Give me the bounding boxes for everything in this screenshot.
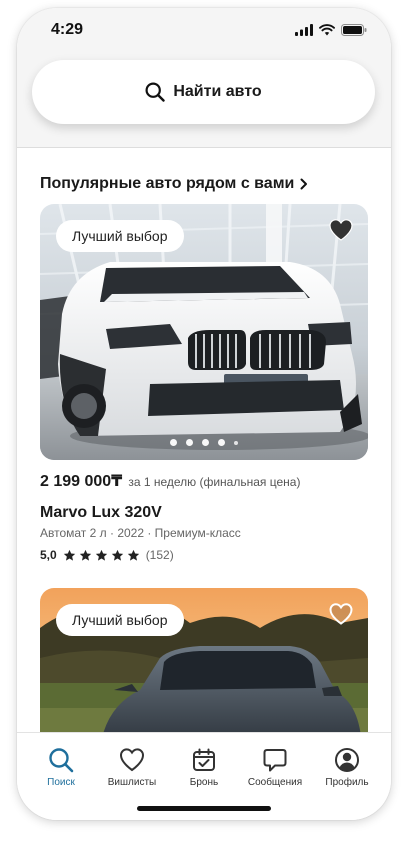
rating-row: 5,0 (152): [40, 548, 174, 562]
carousel-dot[interactable]: [202, 439, 209, 446]
search-button[interactable]: Найти авто: [32, 60, 375, 124]
search-icon: [145, 82, 166, 102]
heart-icon: [119, 748, 145, 772]
heart-filled-icon: [329, 219, 353, 241]
star-icon: [127, 549, 139, 561]
carousel-dots: [40, 439, 368, 446]
tab-label: Сообщения: [247, 777, 303, 788]
heart-outline-icon: [329, 603, 353, 625]
tab-label: Бронь: [189, 777, 219, 788]
chat-icon: [263, 749, 287, 772]
carousel-dot[interactable]: [234, 440, 238, 445]
profile-icon: [335, 748, 359, 772]
price-note: за 1 неделю (финальная цена): [128, 475, 301, 489]
star-icon: [79, 549, 91, 561]
carousel-dot-active[interactable]: [170, 439, 177, 446]
best-choice-badge: Лучший выбор: [56, 220, 184, 252]
carousel-dot[interactable]: [218, 439, 225, 446]
star-icon: [63, 549, 75, 561]
listing-image-1[interactable]: Лучший выбор: [40, 204, 368, 460]
calendar-check-icon: [193, 748, 215, 771]
tab-search[interactable]: Поиск: [21, 747, 101, 788]
search-label: Найти авто: [173, 83, 262, 100]
status-icons: [295, 24, 367, 36]
wifi-icon: [319, 24, 335, 36]
tab-label: Вишлисты: [107, 777, 157, 788]
tab-messages[interactable]: Сообщения: [235, 747, 315, 788]
chevron-right-icon: [300, 178, 308, 190]
tab-label: Профиль: [325, 777, 369, 788]
section-title-link[interactable]: Популярные авто рядом с вами: [40, 175, 308, 193]
review-count: (152): [145, 548, 174, 562]
wishlist-button-2[interactable]: [328, 602, 354, 631]
price: 2 199 000₸: [40, 473, 123, 490]
star-icon: [95, 549, 107, 561]
search-icon: [49, 748, 74, 773]
rating-value: 5,0: [40, 548, 57, 562]
home-indicator[interactable]: [137, 806, 271, 811]
tab-bookings[interactable]: Бронь: [164, 747, 244, 788]
battery-icon: [341, 24, 367, 36]
phone-screen: 4:29 Найти авто Популярные авто рядом с …: [17, 8, 391, 820]
status-bar: 4:29: [17, 8, 391, 52]
tab-profile[interactable]: Профиль: [307, 747, 387, 788]
section-title: Популярные авто рядом с вами: [40, 175, 295, 192]
best-choice-badge: Лучший выбор: [56, 604, 184, 636]
tab-wishlists[interactable]: Вишлисты: [92, 747, 172, 788]
carousel-dot[interactable]: [186, 439, 193, 446]
car-meta: Автомат 2 л · 2022 · Премиум-класс: [40, 526, 241, 540]
wishlist-button-1[interactable]: [328, 218, 354, 247]
cellular-signal-icon: [295, 24, 313, 36]
tab-label: Поиск: [47, 777, 75, 788]
price-row: 2 199 000₸ за 1 неделю (финальная цена): [40, 471, 300, 491]
star-icon: [111, 549, 123, 561]
status-time: 4:29: [51, 21, 84, 38]
car-name[interactable]: Marvo Lux 320V: [40, 504, 162, 522]
listing-image-2[interactable]: Лучший выбор: [40, 588, 368, 748]
